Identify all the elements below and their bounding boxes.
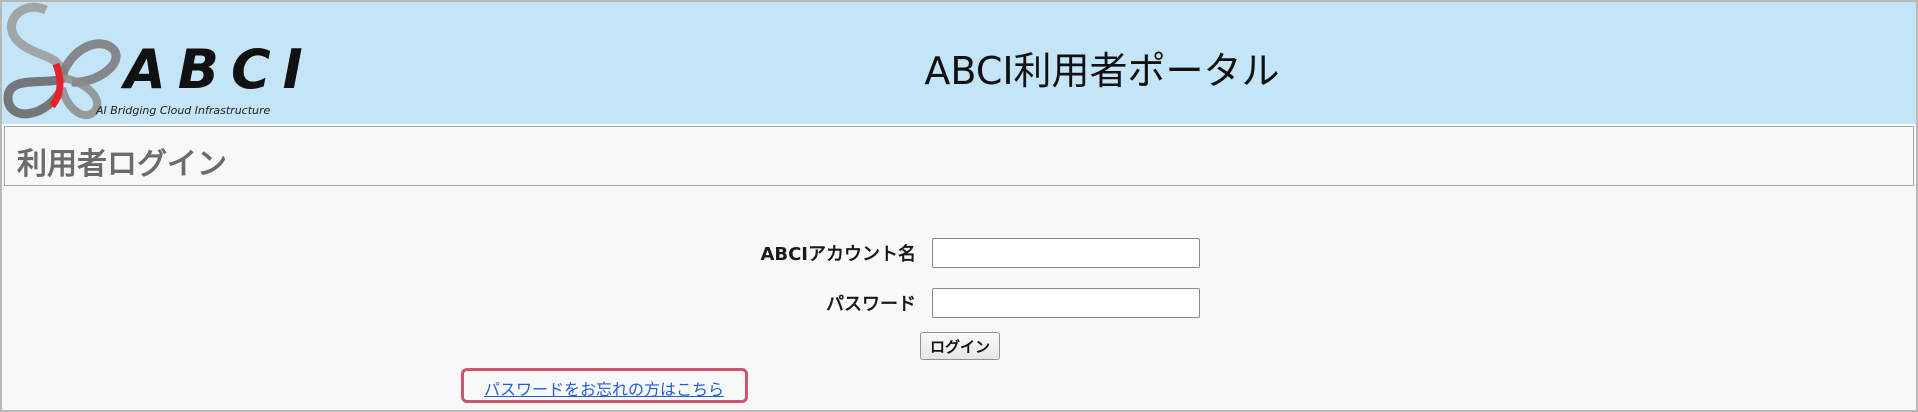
- forgot-password-highlight: パスワードをお忘れの方はこちら: [461, 368, 748, 403]
- portal-header: ABCI AI Bridging Cloud Infrastructure AB…: [2, 2, 1916, 124]
- section-header: 利用者ログイン: [4, 126, 1914, 186]
- page-frame: ABCI AI Bridging Cloud Infrastructure AB…: [0, 0, 1918, 412]
- password-input[interactable]: [932, 288, 1200, 318]
- password-label: パスワード: [826, 294, 916, 315]
- portal-title: ABCI利用者ポータル: [924, 49, 1280, 93]
- account-name-label: ABCIアカウント名: [760, 244, 916, 265]
- page-title: 利用者ログイン: [17, 147, 227, 182]
- logo-tagline: AI Bridging Cloud Infrastructure: [96, 104, 271, 117]
- account-name-input[interactable]: [932, 238, 1200, 268]
- forgot-password-link[interactable]: パスワードをお忘れの方はこちら: [484, 376, 724, 400]
- abci-logo[interactable]: ABCI AI Bridging Cloud Infrastructure: [2, 2, 303, 124]
- logo-wordmark: ABCI: [124, 38, 315, 101]
- login-button[interactable]: ログイン: [920, 332, 1000, 360]
